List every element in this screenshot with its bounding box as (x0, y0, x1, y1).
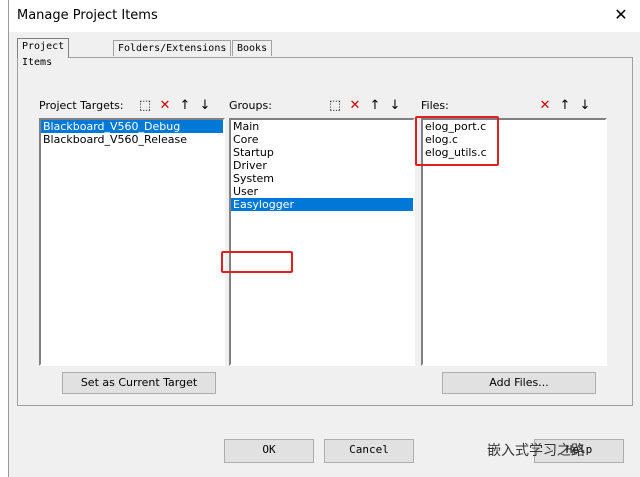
files-toolbar: ✕ ↑ ↓ (535, 97, 595, 115)
tab-books[interactable]: Books (232, 40, 273, 56)
groups-header: Groups: (229, 99, 272, 112)
highlight-box-files (415, 116, 499, 166)
list-item[interactable]: Blackboard_V560_Debug (41, 120, 223, 133)
add-files-button[interactable]: Add Files... (442, 372, 596, 394)
manage-project-items-dialog: Manage Project Items ✕ Project Items Fol… (8, 0, 640, 477)
delete-icon[interactable]: ✕ (155, 97, 175, 115)
new-item-icon[interactable]: ⬚ (135, 97, 155, 115)
list-item[interactable]: Blackboard_V560_Release (41, 133, 223, 146)
targets-list[interactable]: Blackboard_V560_Debug Blackboard_V560_Re… (39, 118, 225, 366)
delete-icon[interactable]: ✕ (535, 97, 555, 115)
list-item[interactable]: Startup (231, 146, 413, 159)
dialog-title: Manage Project Items (17, 8, 158, 23)
close-icon[interactable]: ✕ (611, 5, 631, 25)
groups-toolbar: ⬚ ✕ ↑ ↓ (325, 97, 405, 115)
groups-list[interactable]: Main Core Startup Driver System User Eas… (229, 118, 415, 366)
move-up-icon[interactable]: ↑ (555, 97, 575, 115)
list-item[interactable]: Driver (231, 159, 413, 172)
title-bar: Manage Project Items ✕ (9, 0, 640, 32)
move-down-icon[interactable]: ↓ (385, 97, 405, 115)
watermark: 嵌入式学习之路 (487, 443, 585, 459)
list-item[interactable]: Easylogger (231, 198, 413, 211)
move-up-icon[interactable]: ↑ (365, 97, 385, 115)
list-item[interactable]: User (231, 185, 413, 198)
tab-folders-extensions[interactable]: Folders/Extensions (113, 40, 232, 56)
move-up-icon[interactable]: ↑ (175, 97, 195, 115)
set-current-target-button[interactable]: Set as Current Target (62, 372, 216, 394)
move-down-icon[interactable]: ↓ (195, 97, 215, 115)
delete-icon[interactable]: ✕ (345, 97, 365, 115)
cancel-button[interactable]: Cancel (324, 439, 414, 463)
tab-panel-project-items: Project Targets: ⬚ ✕ ↑ ↓ Blackboard_V560… (17, 57, 633, 406)
tab-project-items[interactable]: Project Items (17, 38, 70, 68)
editor-background (0, 0, 8, 477)
list-item[interactable]: System (231, 172, 413, 185)
files-header: Files: (421, 99, 449, 112)
move-down-icon[interactable]: ↓ (575, 97, 595, 115)
targets-toolbar: ⬚ ✕ ↑ ↓ (135, 97, 215, 115)
list-item[interactable]: Main (231, 120, 413, 133)
list-item[interactable]: Core (231, 133, 413, 146)
ok-button[interactable]: OK (224, 439, 314, 463)
new-item-icon[interactable]: ⬚ (325, 97, 345, 115)
targets-header: Project Targets: (39, 99, 124, 112)
highlight-box-groups (221, 251, 293, 273)
